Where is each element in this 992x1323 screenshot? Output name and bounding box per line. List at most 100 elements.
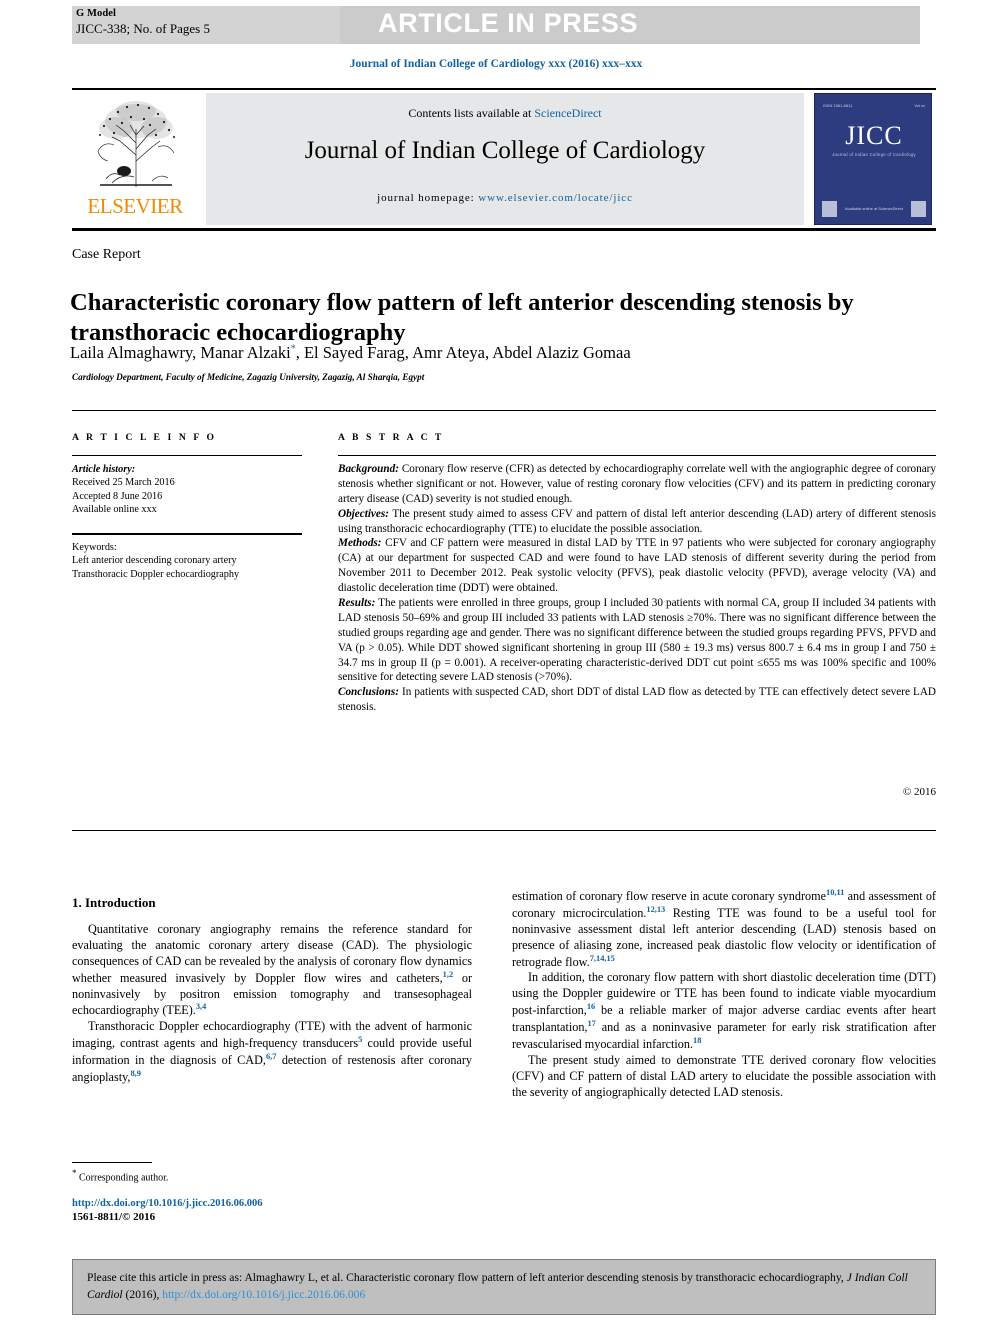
abstract-conclusions-text: In patients with suspected CAD, short DD… bbox=[338, 686, 936, 714]
citation-ref[interactable]: 3,4 bbox=[196, 1002, 206, 1011]
running-head: Journal of Indian College of Cardiology … bbox=[349, 58, 643, 70]
article-type: Case Report bbox=[72, 247, 141, 262]
cite-this-article-box: Please cite this article in press as: Al… bbox=[72, 1259, 936, 1315]
abstract-results-text: The patients were enrolled in three grou… bbox=[338, 597, 936, 684]
contents-prefix: Contents lists available at bbox=[408, 106, 535, 120]
homepage-url-link[interactable]: www.elsevier.com/locate/jicc bbox=[478, 192, 633, 204]
article-in-press-banner: ARTICLE IN PRESS bbox=[340, 6, 920, 44]
citation-ref[interactable]: 17 bbox=[587, 1019, 595, 1028]
citation-ref[interactable]: 7,14,15 bbox=[590, 954, 615, 963]
article-history-block: Article history: Received 25 March 2016 … bbox=[72, 463, 306, 517]
elsevier-logo: ELSEVIER bbox=[74, 93, 196, 225]
abstract-copyright: © 2016 bbox=[902, 786, 936, 798]
available-online-date: Available online xxx bbox=[72, 504, 157, 516]
body-column-left: 1. Introduction Quantitative coronary an… bbox=[72, 895, 472, 1086]
authors-part-2: , El Sayed Farag, Amr Ateya, Abdel Alazi… bbox=[295, 343, 631, 362]
citation-ref[interactable]: 10,11 bbox=[826, 888, 844, 897]
cover-acronym: JICC bbox=[845, 121, 903, 150]
corresponding-author-note: * Corresponding author. bbox=[72, 1168, 472, 1183]
keyword-item: Left anterior descending coronary artery bbox=[72, 555, 237, 567]
cover-subtitle: Journal of Indian College of Cardiology bbox=[832, 152, 916, 157]
footnote-text: Corresponding author. bbox=[76, 1172, 169, 1184]
citation-ref[interactable]: 6,7 bbox=[266, 1052, 276, 1061]
masthead-top-rule bbox=[72, 88, 936, 90]
keywords-label: Keywords: bbox=[72, 542, 117, 553]
keyword-item: Transthoracic Doppler echocardiography bbox=[72, 568, 240, 580]
cover-top-row: ISSN 1561-8811 Vol xx bbox=[823, 103, 925, 108]
article-info-rule bbox=[72, 455, 302, 456]
cite-this-article-text: Please cite this article in press as: Al… bbox=[87, 1270, 923, 1304]
doi-link[interactable]: http://dx.doi.org/10.1016/j.jicc.2016.06… bbox=[72, 1198, 472, 1209]
abstract-conclusions: Conclusions: In patients with suspected … bbox=[338, 685, 936, 715]
elsevier-tree-icon bbox=[97, 101, 175, 187]
abstract-body: Background: Coronary flow reserve (CFR) … bbox=[338, 462, 936, 715]
intro-paragraph-2: Transthoracic Doppler echocardiography (… bbox=[72, 1019, 472, 1086]
info-block-top-rule bbox=[72, 410, 936, 411]
cover-issn: ISSN 1561-8811 bbox=[823, 103, 853, 108]
journal-title: Journal of Indian College of Cardiology bbox=[304, 137, 706, 164]
journal-homepage-line: journal homepage: www.elsevier.com/locat… bbox=[206, 192, 804, 204]
homepage-label: journal homepage: bbox=[377, 192, 479, 204]
author-list: Laila Almaghawry, Manar Alzaki*, El Saye… bbox=[70, 343, 910, 363]
abstract-objectives: Objectives: The present study aimed to a… bbox=[338, 507, 936, 537]
article-info-heading: A R T I C L E I N F O bbox=[72, 432, 217, 443]
intro-p1-a: Quantitative coronary angiography remain… bbox=[72, 922, 472, 985]
sciencedirect-link[interactable]: ScienceDirect bbox=[534, 106, 601, 120]
cite-prefix: Please cite this article in press as: Al… bbox=[87, 1271, 847, 1284]
citation-ref[interactable]: 16 bbox=[587, 1002, 595, 1011]
manuscript-id: JICC-338; No. of Pages 5 bbox=[76, 21, 210, 36]
cover-bottom-text: Available online at ScienceDirect bbox=[844, 206, 904, 211]
page-title: Characteristic coronary flow pattern of … bbox=[70, 289, 854, 347]
abstract-methods-label: Methods: bbox=[338, 537, 382, 550]
contents-list-line: Contents lists available at ScienceDirec… bbox=[206, 106, 804, 121]
info-block-bottom-rule bbox=[72, 830, 936, 831]
citation-ref[interactable]: 8,9 bbox=[130, 1069, 140, 1078]
abstract-heading: A B S T R A C T bbox=[338, 432, 444, 443]
citation-ref[interactable]: 18 bbox=[693, 1036, 701, 1045]
abstract-results: Results: The patients were enrolled in t… bbox=[338, 596, 936, 685]
accepted-date: Accepted 8 June 2016 bbox=[72, 490, 163, 502]
masthead-center: Contents lists available at ScienceDirec… bbox=[206, 93, 804, 225]
keywords-block: Keywords: Left anterior descending coron… bbox=[72, 541, 312, 581]
abstract-background-label: Background: bbox=[338, 463, 399, 475]
cover-bottom-row: Available online at ScienceDirect bbox=[822, 201, 926, 217]
intro-paragraph-1: Quantitative coronary angiography remain… bbox=[72, 922, 472, 1019]
elsevier-wordmark: ELSEVIER bbox=[87, 194, 183, 218]
body-column-right: estimation of coronary flow reserve in a… bbox=[512, 888, 936, 1101]
article-in-press-text: ARTICLE IN PRESS bbox=[378, 8, 639, 38]
abstract-background-text: Coronary flow reserve (CFR) as detected … bbox=[338, 463, 936, 505]
masthead-bottom-rule bbox=[72, 228, 936, 231]
keywords-rule bbox=[72, 533, 302, 535]
article-page: G Model JICC-338; No. of Pages 5 ARTICLE… bbox=[0, 0, 992, 1323]
abstract-methods-text: CFV and CF pattern were measured in dist… bbox=[338, 537, 936, 595]
citation-ref[interactable]: 12,13 bbox=[646, 905, 665, 914]
g-model-block: G Model JICC-338; No. of Pages 5 bbox=[72, 6, 340, 44]
intro-paragraph-1-cont: estimation of coronary flow reserve in a… bbox=[512, 888, 936, 970]
abstract-results-label: Results: bbox=[338, 597, 376, 610]
abstract-rule bbox=[338, 455, 936, 456]
received-date: Received 25 March 2016 bbox=[72, 477, 175, 489]
cover-society-mark-icon bbox=[911, 201, 926, 217]
issn-copyright: 1561-8811/© 2016 bbox=[72, 1211, 156, 1223]
intro-paragraph-3: In addition, the coronary flow pattern w… bbox=[512, 970, 936, 1052]
authors-part-1: Laila Almaghawry, Manar Alzaki bbox=[70, 343, 291, 362]
intro-paragraph-4: The present study aimed to demonstrate T… bbox=[512, 1052, 936, 1099]
cite-year: (2016), bbox=[122, 1287, 163, 1301]
right-p1-a: estimation of coronary flow reserve in a… bbox=[512, 889, 827, 904]
abstract-objectives-label: Objectives: bbox=[338, 507, 389, 520]
abstract-objectives-text: The present study aimed to assess CFV an… bbox=[338, 507, 936, 535]
author-affiliation: Cardiology Department, Faculty of Medici… bbox=[72, 372, 425, 382]
g-model-label: G Model bbox=[76, 8, 117, 19]
section-heading-introduction: 1. Introduction bbox=[72, 895, 156, 910]
abstract-background: Background: Coronary flow reserve (CFR) … bbox=[338, 462, 936, 507]
abstract-methods: Methods: CFV and CF pattern were measure… bbox=[338, 536, 936, 596]
abstract-conclusions-label: Conclusions: bbox=[338, 686, 399, 699]
journal-cover-thumbnail: ISSN 1561-8811 Vol xx JICC Journal of In… bbox=[814, 93, 932, 225]
cover-volume: Vol xx bbox=[914, 103, 925, 108]
footnote-rule bbox=[72, 1162, 152, 1164]
citation-ref[interactable]: 1,2 bbox=[443, 970, 453, 979]
cover-elsevier-mark-icon bbox=[822, 201, 837, 217]
article-history-label: Article history: bbox=[72, 464, 136, 475]
cite-doi-link[interactable]: http://dx.doi.org/10.1016/j.jicc.2016.06… bbox=[162, 1288, 365, 1301]
top-banner: G Model JICC-338; No. of Pages 5 ARTICLE… bbox=[72, 6, 920, 44]
